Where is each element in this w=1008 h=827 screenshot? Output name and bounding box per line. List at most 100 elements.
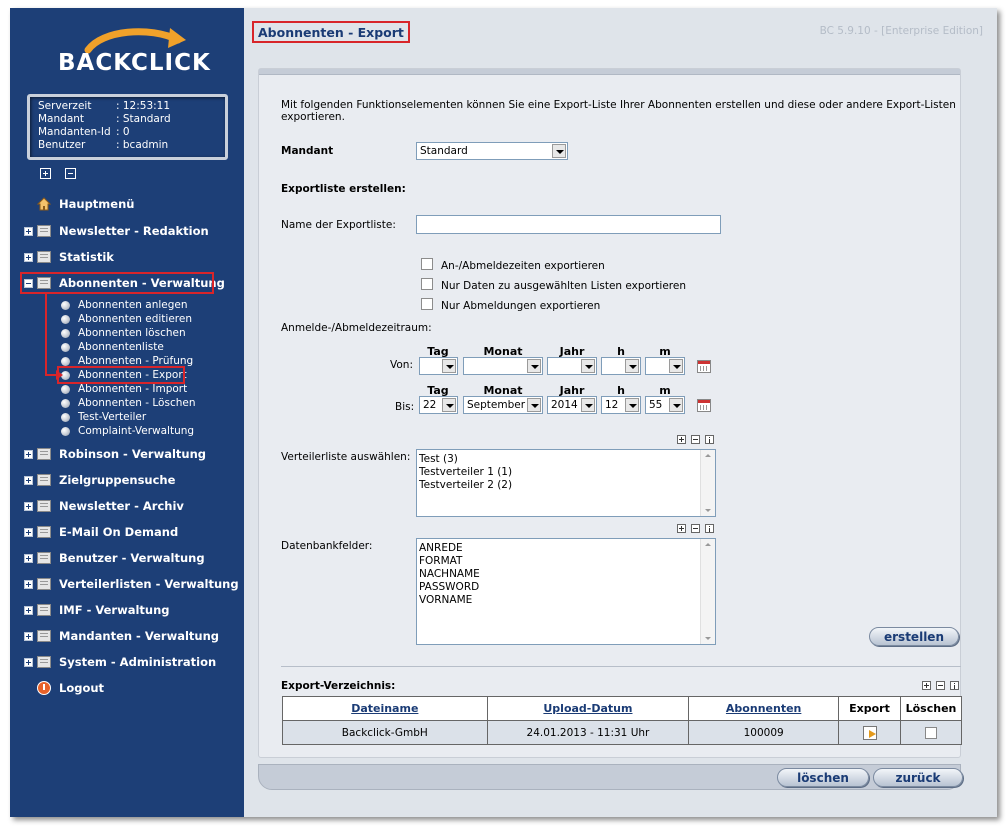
chevron-down-icon bbox=[581, 359, 595, 373]
expand-icon[interactable] bbox=[24, 657, 33, 667]
expand-icon[interactable] bbox=[24, 579, 33, 589]
scrollbar[interactable] bbox=[700, 450, 715, 516]
export-icon[interactable] bbox=[862, 725, 877, 740]
sidebar-item-label: IMF - Verwaltung bbox=[59, 603, 170, 617]
subitem-test-verteiler[interactable]: Test-Verteiler bbox=[61, 410, 146, 424]
folder-icon bbox=[37, 578, 51, 590]
to-day-select[interactable]: 22 bbox=[419, 396, 458, 414]
to-year-select[interactable]: 2014 bbox=[547, 396, 597, 414]
expand-icon[interactable] bbox=[24, 553, 33, 563]
panel-top-bar bbox=[259, 69, 960, 75]
list-item[interactable]: PASSWORD bbox=[419, 581, 713, 594]
exportlist-name-label: Name der Exportliste: bbox=[281, 219, 396, 231]
expand-icon[interactable] bbox=[24, 605, 33, 615]
chevron-down-icon bbox=[527, 398, 541, 412]
db-fields-listbox[interactable]: ANREDE FORMAT NACHNAME PASSWORD VORNAME bbox=[416, 538, 716, 645]
list-item[interactable]: FORMAT bbox=[419, 555, 713, 568]
delete-checkbox[interactable] bbox=[924, 726, 937, 739]
sidebar-item-newsletter-archiv[interactable]: Newsletter - Archiv bbox=[24, 497, 184, 515]
cell-delete bbox=[899, 720, 963, 745]
scrollbar[interactable] bbox=[700, 539, 715, 644]
sidebar-item-email-on-demand[interactable]: E-Mail On Demand bbox=[24, 523, 178, 541]
content-panel: Mit folgenden Funktionselementen können … bbox=[258, 68, 963, 758]
back-button[interactable]: zurück bbox=[873, 768, 963, 787]
sidebar-item-robinson[interactable]: Robinson - Verwaltung bbox=[24, 445, 206, 463]
col-filename[interactable]: Dateiname bbox=[282, 696, 488, 721]
info-icon[interactable] bbox=[705, 524, 714, 533]
sidebar-item-benutzer[interactable]: Benutzer - Verwaltung bbox=[24, 549, 205, 567]
checkbox-times[interactable] bbox=[421, 258, 433, 270]
sidebar-item-verteilerlisten[interactable]: Verteilerlisten - Verwaltung bbox=[24, 575, 239, 593]
checkbox-selected-lists[interactable] bbox=[421, 278, 433, 290]
chevron-down-icon bbox=[552, 144, 566, 158]
checkbox-selected-lists-label: Nur Daten zu ausgewählten Listen exporti… bbox=[441, 280, 687, 292]
folder-icon bbox=[37, 552, 51, 564]
sidebar-item-label: Zielgruppensuche bbox=[59, 473, 176, 487]
expand-icon[interactable] bbox=[24, 475, 33, 485]
sidebar-item-zielgruppensuche[interactable]: Zielgruppensuche bbox=[24, 471, 175, 489]
minus-icon[interactable] bbox=[691, 435, 700, 444]
checkbox-unsubscribes[interactable] bbox=[421, 298, 433, 310]
minus-icon[interactable] bbox=[936, 681, 945, 690]
mandant-label: Mandant bbox=[281, 145, 334, 157]
plus-icon[interactable] bbox=[922, 681, 931, 690]
folder-icon bbox=[37, 656, 51, 668]
list-item[interactable]: Testverteiler 2 (2) bbox=[419, 479, 713, 492]
col-upload-date[interactable]: Upload-Datum bbox=[486, 696, 690, 721]
sidebar-item-label: Newsletter - Archiv bbox=[59, 499, 184, 513]
to-month-select[interactable]: September bbox=[463, 396, 543, 414]
from-minute-select[interactable] bbox=[645, 357, 685, 375]
db-fields-label: Datenbankfelder: bbox=[281, 540, 373, 552]
from-month-select[interactable] bbox=[463, 357, 543, 375]
table-header-row: Dateiname Upload-Datum Abonnenten Export… bbox=[282, 696, 963, 721]
plus-icon[interactable] bbox=[677, 524, 686, 533]
delete-button[interactable]: löschen bbox=[777, 768, 869, 787]
to-year-value: 2014 bbox=[551, 399, 578, 411]
cell-subscribers: 100009 bbox=[688, 720, 840, 745]
sidebar-item-mandanten[interactable]: Mandanten - Verwaltung bbox=[24, 627, 219, 645]
expand-icon[interactable] bbox=[24, 527, 33, 537]
calendar-icon[interactable] bbox=[697, 360, 711, 373]
chevron-down-icon bbox=[442, 398, 456, 412]
expand-icon[interactable] bbox=[24, 501, 33, 511]
to-minute-select[interactable]: 55 bbox=[645, 396, 685, 414]
chevron-down-icon bbox=[581, 398, 595, 412]
from-day-select[interactable] bbox=[419, 357, 458, 375]
list-item[interactable]: NACHNAME bbox=[419, 568, 713, 581]
cell-export bbox=[838, 720, 901, 745]
bottom-button-bar: löschen zurück bbox=[258, 764, 963, 790]
to-label: Bis: bbox=[395, 401, 415, 413]
create-heading: Exportliste erstellen: bbox=[281, 183, 406, 195]
exportlist-name-input[interactable] bbox=[416, 215, 721, 234]
list-item[interactable]: VORNAME bbox=[419, 594, 713, 607]
sidebar-item-imf[interactable]: IMF - Verwaltung bbox=[24, 601, 170, 619]
info-icon[interactable] bbox=[950, 681, 959, 690]
bullet-icon bbox=[61, 412, 70, 422]
from-year-select[interactable] bbox=[547, 357, 597, 375]
expand-icon[interactable] bbox=[24, 631, 33, 641]
list-item[interactable]: Testverteiler 1 (1) bbox=[419, 466, 713, 479]
create-button[interactable]: erstellen bbox=[869, 627, 959, 646]
sidebar-item-label: Logout bbox=[59, 681, 105, 695]
subitem-complaint-verwaltung[interactable]: Complaint-Verwaltung bbox=[61, 424, 194, 438]
list-item[interactable]: ANREDE bbox=[419, 542, 713, 555]
list-item[interactable]: Test (3) bbox=[419, 453, 713, 466]
to-hour-select[interactable]: 12 bbox=[601, 396, 641, 414]
info-icon[interactable] bbox=[705, 435, 714, 444]
col-subscribers[interactable]: Abonnenten bbox=[688, 696, 840, 721]
mandant-select[interactable]: Standard bbox=[416, 142, 568, 160]
to-day-value: 22 bbox=[423, 399, 437, 411]
sidebar-item-logout[interactable]: Logout bbox=[24, 679, 104, 697]
col-delete: Löschen bbox=[899, 696, 963, 721]
sidebar-item-label: Benutzer - Verwaltung bbox=[59, 551, 205, 565]
folder-icon bbox=[37, 604, 51, 616]
distribution-listbox[interactable]: Test (3) Testverteiler 1 (1) Testverteil… bbox=[416, 449, 716, 517]
minus-icon[interactable] bbox=[691, 524, 700, 533]
sidebar-item-system[interactable]: System - Administration bbox=[24, 653, 216, 671]
expand-icon[interactable] bbox=[24, 449, 33, 459]
plus-icon[interactable] bbox=[677, 435, 686, 444]
period-label: Anmelde-/Abmeldezeitraum: bbox=[281, 322, 432, 334]
calendar-icon[interactable] bbox=[697, 399, 711, 412]
from-hour-select[interactable] bbox=[601, 357, 641, 375]
checkbox-unsubscribes-label: Nur Abmeldungen exportieren bbox=[441, 300, 601, 312]
